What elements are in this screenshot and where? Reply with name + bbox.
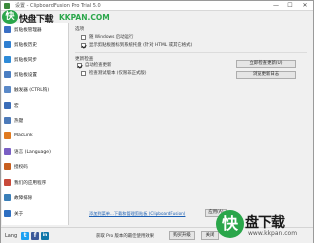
sidebar-item-label: 剪贴板管理器 <box>14 27 42 33</box>
window-title: 设置 - ClipboardFusion Pro Trial 5.0 <box>15 3 101 9</box>
view-changelog-button[interactable]: 浏览更新日志 <box>236 71 296 79</box>
settings-window: 设置 - ClipboardFusion Pro Trial 5.0 — ☐ ✕… <box>0 0 314 243</box>
sidebar-item-maclink[interactable]: MacLink <box>4 131 68 140</box>
buy-upgrade-button[interactable]: 购买升级 <box>169 231 195 240</box>
trigger-icon <box>4 86 11 93</box>
settings-sidebar: 剪贴板管理器 剪贴板历史 剪贴板同步 剪贴板设置 触发器 (CTRL钩) 宏 热… <box>2 23 69 225</box>
sidebar-item-label: 剪贴板设置 <box>14 72 37 78</box>
link-icon <box>4 132 11 139</box>
sidebar-item-hotkey[interactable]: 热键 <box>4 116 68 125</box>
sidebar-item-label: MacLink <box>14 133 33 138</box>
auto-update-label: 自动检查更新 <box>85 63 112 68</box>
startup-option[interactable]: 随 Windows 启动运行 <box>81 34 133 40</box>
hotkey-icon <box>4 117 11 124</box>
sidebar-item-macro[interactable]: 宏 <box>4 101 68 110</box>
settings-panel: 选项 随 Windows 启动运行 显示剪贴板图标到系统托盘 (针对 HTML … <box>71 25 311 220</box>
language-icon <box>4 148 11 155</box>
apps-icon <box>4 179 11 186</box>
sidebar-item-label: 热键 <box>14 118 24 124</box>
watermark-logo: 快 快盘下载 KKPAN.COM <box>2 9 122 25</box>
sidebar-item-apps[interactable]: 我们的应用程序 <box>4 178 68 187</box>
sidebar-item-label: 剪贴板历史 <box>14 42 37 48</box>
auto-update-option[interactable]: 自动检查更新 <box>77 62 111 68</box>
sync-icon <box>4 56 11 63</box>
settings-icon <box>4 71 11 78</box>
sidebar-item-label: 授权码 <box>14 164 28 170</box>
info-icon <box>4 210 11 217</box>
beta-checkbox[interactable] <box>81 70 86 76</box>
maximize-button[interactable]: ☐ <box>283 1 297 11</box>
sidebar-item-label: 剪贴板同步 <box>14 57 37 63</box>
sidebar-item-sync[interactable]: 剪贴板同步 <box>4 55 68 64</box>
clipboard-icon <box>4 26 11 33</box>
tray-icon-option[interactable]: 显示剪贴板图标到系统托盘 (针对 HTML 或其它格式) <box>81 42 192 48</box>
history-icon <box>4 41 11 48</box>
troubleshoot-icon <box>4 194 11 201</box>
watermark-logo-icon: 快 <box>2 10 18 24</box>
beta-option[interactable]: 检查测试版本 (仅限非正式版) <box>81 70 147 76</box>
sidebar-item-trigger[interactable]: 触发器 (CTRL钩) <box>4 85 68 94</box>
startup-checkbox[interactable] <box>81 34 86 40</box>
sidebar-item-settings[interactable]: 剪贴板设置 <box>4 70 68 79</box>
sidebar-item-license[interactable]: 授权码 <box>4 162 68 171</box>
license-icon <box>4 163 11 170</box>
watermark-text: 快盘下载 <box>19 15 54 25</box>
tray-icon-checkbox[interactable] <box>81 42 86 48</box>
facebook-icon[interactable]: f <box>31 232 39 240</box>
watermark-domain: KKPAN.COM <box>59 13 110 22</box>
linkedin-icon[interactable]: in <box>41 232 49 240</box>
sidebar-item-language[interactable]: 语言 (Language) <box>4 147 68 156</box>
watermark-badge: 快 盘下载 www.kkpan.com <box>216 209 314 241</box>
language-label[interactable]: Lang <box>5 233 17 239</box>
sidebar-item-history[interactable]: 剪贴板历史 <box>4 40 68 49</box>
sidebar-item-clipboard-manager[interactable]: 剪贴板管理器 <box>4 25 68 34</box>
close-window-button[interactable]: ✕ <box>298 1 312 11</box>
startup-label: 随 Windows 启动运行 <box>89 35 134 40</box>
options-group-title: 选项 <box>75 27 85 32</box>
minimize-button[interactable]: — <box>269 1 283 11</box>
sidebar-item-about[interactable]: 关于 <box>4 209 68 218</box>
auto-update-checkbox[interactable] <box>77 62 82 68</box>
promo-text: 获取 Pro 版本的最佳使用效果 <box>96 234 155 239</box>
watermark-badge-text: 盘下载 <box>245 215 285 231</box>
tray-icon-label: 显示剪贴板图标到系统托盘 (针对 HTML 或其它格式) <box>89 43 193 48</box>
check-now-button[interactable]: 立即检查更新(U) <box>236 60 296 68</box>
divider <box>75 52 307 53</box>
macro-icon <box>4 102 11 109</box>
twitter-icon[interactable]: t <box>21 232 29 240</box>
beta-label: 检查测试版本 (仅限非正式版) <box>89 71 147 76</box>
watermark-badge-domain: www.kkpan.com <box>248 230 298 237</box>
sidebar-item-troubleshoot[interactable]: 故障排除 <box>4 193 68 202</box>
watermark-badge-icon: 快 <box>216 210 244 238</box>
sidebar-item-label: 宏 <box>14 103 19 109</box>
sidebar-item-label: 关于 <box>14 211 24 217</box>
sidebar-item-label: 我们的应用程序 <box>14 180 47 186</box>
sidebar-item-label: 语言 (Language) <box>14 149 51 155</box>
sidebar-item-label: 故障排除 <box>14 195 33 201</box>
sidebar-item-label: 触发器 (CTRL钩) <box>14 87 50 93</box>
reset-link[interactable]: 添加到菜单...下载和管理剪贴板 (ClipboardFusion) <box>89 211 185 217</box>
